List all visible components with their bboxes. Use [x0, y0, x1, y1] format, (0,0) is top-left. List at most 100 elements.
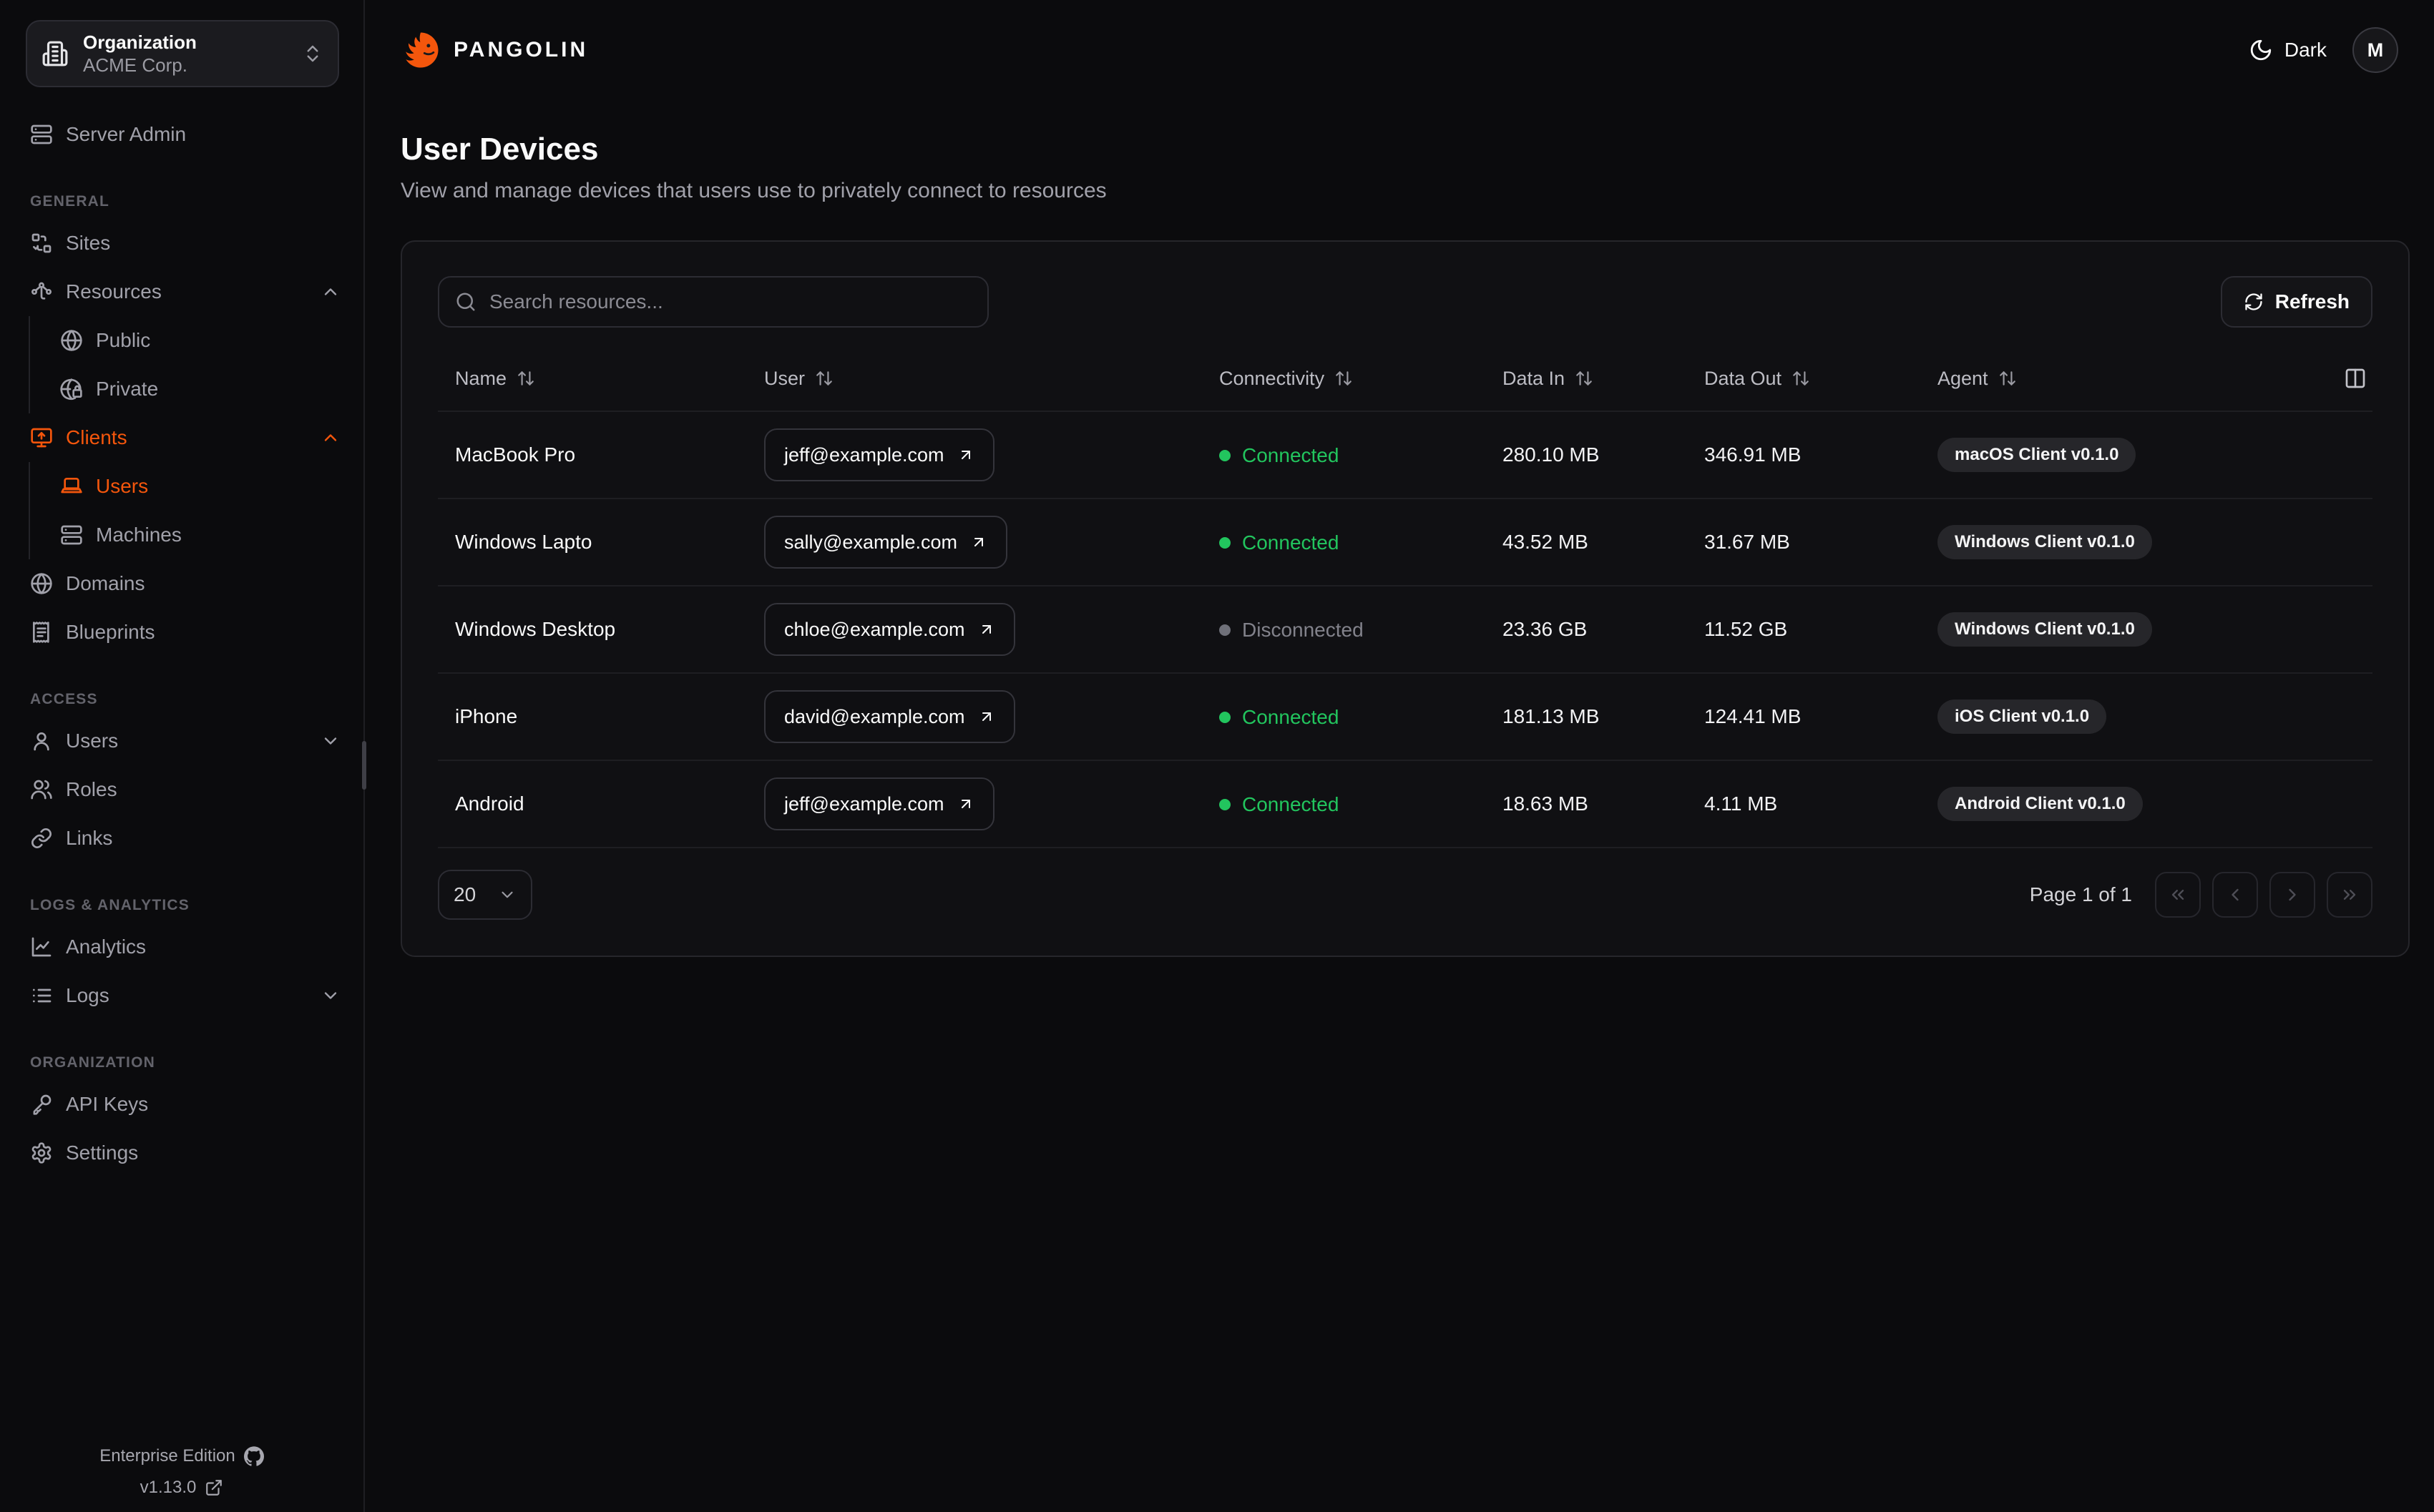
- sidebar-item-settings[interactable]: Settings: [0, 1129, 363, 1177]
- sidebar-item-label: Clients: [66, 426, 127, 448]
- table-row: iPhone david@example.com Connected 181.1…: [438, 674, 2372, 761]
- sort-icon: [1998, 369, 2017, 388]
- sidebar-item-machines[interactable]: Machines: [30, 511, 363, 559]
- domains-icon: [30, 572, 53, 595]
- sidebar-item-private[interactable]: Private: [30, 365, 363, 413]
- previous-page-button[interactable]: [2212, 872, 2258, 918]
- sidebar-item-label: Blueprints: [66, 621, 155, 643]
- sidebar-item-public[interactable]: Public: [30, 316, 363, 365]
- refresh-button[interactable]: Refresh: [2220, 276, 2372, 328]
- sidebar-item-api-keys[interactable]: API Keys: [0, 1080, 363, 1129]
- sidebar-item-resources[interactable]: Resources: [0, 267, 363, 316]
- column-header-user[interactable]: User: [747, 368, 1202, 390]
- page-title: User Devices: [401, 132, 599, 167]
- sidebar-footer: Enterprise Edition v1.13.0: [0, 1435, 363, 1498]
- data-in-value: 181.13 MB: [1502, 705, 1600, 727]
- sidebar-item-label: Public: [96, 329, 151, 351]
- sidebar-item-links[interactable]: Links: [0, 814, 363, 863]
- link-icon: [30, 827, 53, 850]
- monitor-up-icon: [30, 426, 53, 449]
- sort-icon: [517, 369, 535, 388]
- avatar[interactable]: M: [2352, 27, 2398, 73]
- columns-toggle-button[interactable]: [2338, 361, 2372, 396]
- sidebar-item-blueprints[interactable]: Blueprints: [0, 608, 363, 657]
- data-in-value: 280.10 MB: [1502, 443, 1600, 466]
- next-page-button[interactable]: [2269, 872, 2315, 918]
- chevron-up-down-icon: [302, 43, 323, 64]
- globe-icon: [60, 329, 83, 352]
- agent-badge: iOS Client v0.1.0: [1937, 699, 2107, 734]
- sites-icon: [30, 232, 53, 255]
- sidebar-item-label: API Keys: [66, 1093, 149, 1115]
- sidebar-item-label: Machines: [96, 524, 182, 546]
- status-dot-icon: [1219, 536, 1231, 549]
- table-row: Android jeff@example.com Connected 18.63…: [438, 761, 2372, 848]
- sidebar-item-sites[interactable]: Sites: [0, 219, 363, 267]
- column-header-connectivity[interactable]: Connectivity: [1202, 368, 1485, 390]
- section-label-general: GENERAL: [30, 193, 110, 210]
- sidebar-item-label: Resources: [66, 280, 162, 303]
- table-row: Windows Lapto sally@example.com Connecte…: [438, 499, 2372, 586]
- sidebar-item-roles[interactable]: Roles: [0, 765, 363, 814]
- sidebar-item-server-admin[interactable]: Server Admin: [0, 110, 363, 159]
- sidebar-item-logs[interactable]: Logs: [0, 971, 363, 1020]
- external-link-icon: [205, 1478, 223, 1497]
- sidebar-item-label: Links: [66, 827, 113, 849]
- edition-label: Enterprise Edition: [99, 1446, 235, 1466]
- sidebar-item-clients[interactable]: Clients: [0, 413, 363, 462]
- blueprints-icon: [30, 621, 53, 644]
- user-link-button[interactable]: jeff@example.com: [764, 428, 994, 481]
- gear-icon: [30, 1142, 53, 1164]
- connectivity-status: Connected: [1219, 444, 1339, 467]
- sidebar-item-analytics[interactable]: Analytics: [0, 923, 363, 971]
- theme-toggle-button[interactable]: Dark: [2249, 38, 2327, 62]
- chevron-up-icon: [321, 282, 341, 302]
- user-link-button[interactable]: sally@example.com: [764, 516, 1007, 569]
- table-row: Windows Desktop chloe@example.com Discon…: [438, 586, 2372, 674]
- chevron-down-icon: [498, 885, 517, 904]
- topbar: PANGOLIN Dark M: [401, 0, 2410, 100]
- resources-icon: [30, 280, 53, 303]
- table-header: Name User Connectivity Data In Data Out …: [438, 346, 2372, 412]
- sidebar-item-label: Private: [96, 378, 159, 400]
- arrow-up-right-icon: [978, 621, 995, 638]
- data-out-value: 11.52 GB: [1704, 618, 1788, 640]
- page-size-select[interactable]: 20: [438, 870, 532, 920]
- org-selector-label: Organization: [83, 31, 197, 53]
- user-link-button[interactable]: david@example.com: [764, 690, 1015, 743]
- device-name: Android: [455, 792, 524, 815]
- device-name: MacBook Pro: [455, 443, 576, 466]
- sidebar-item-label: Sites: [66, 232, 111, 254]
- device-name: iPhone: [455, 705, 518, 727]
- section-label-logs-analytics: LOGS & ANALYTICS: [30, 897, 190, 913]
- page-subtitle: View and manage devices that users use t…: [401, 179, 1107, 202]
- sidebar-item-domains[interactable]: Domains: [0, 559, 363, 608]
- search-icon: [455, 291, 476, 313]
- agent-badge: Windows Client v0.1.0: [1937, 525, 2152, 559]
- column-header-data-in[interactable]: Data In: [1485, 368, 1687, 390]
- data-out-value: 346.91 MB: [1704, 443, 1802, 466]
- column-header-data-out[interactable]: Data Out: [1687, 368, 1920, 390]
- arrow-up-right-icon: [957, 446, 974, 463]
- user-link-button[interactable]: chloe@example.com: [764, 603, 1015, 656]
- search-input[interactable]: [489, 290, 972, 313]
- sort-icon: [1334, 369, 1353, 388]
- status-dot-icon: [1219, 449, 1231, 461]
- column-header-agent[interactable]: Agent: [1920, 368, 2310, 390]
- agent-badge: Windows Client v0.1.0: [1937, 612, 2152, 647]
- sort-icon: [815, 369, 834, 388]
- last-page-button[interactable]: [2327, 872, 2372, 918]
- sidebar-scrollbar[interactable]: [362, 741, 366, 790]
- github-icon[interactable]: [243, 1446, 264, 1466]
- section-label-organization: ORGANIZATION: [30, 1054, 155, 1071]
- version-label[interactable]: v1.13.0: [140, 1478, 197, 1498]
- brand-name: PANGOLIN: [454, 38, 589, 62]
- sidebar-item-users[interactable]: Users: [0, 717, 363, 765]
- column-header-name[interactable]: Name: [438, 368, 747, 390]
- connectivity-status: Connected: [1219, 793, 1339, 816]
- user-link-button[interactable]: jeff@example.com: [764, 777, 994, 830]
- first-page-button[interactable]: [2155, 872, 2201, 918]
- data-in-value: 18.63 MB: [1502, 792, 1588, 815]
- org-selector[interactable]: Organization ACME Corp.: [26, 20, 339, 87]
- sidebar-item-client-users[interactable]: Users: [30, 462, 363, 511]
